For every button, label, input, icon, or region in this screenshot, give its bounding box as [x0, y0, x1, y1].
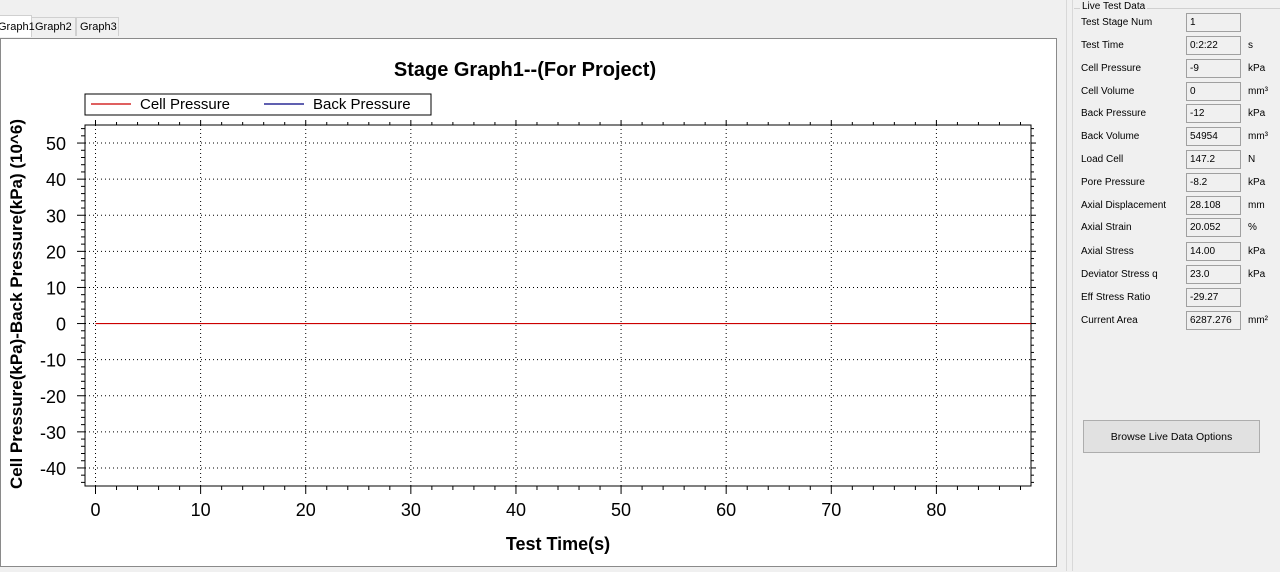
live-field-unit: mm² — [1248, 315, 1268, 326]
live-field-label: Load Cell — [1081, 154, 1124, 165]
live-field-unit: kPa — [1248, 63, 1266, 74]
x-tick-label-5: 50 — [611, 500, 631, 520]
live-row-test-stage-num: Test Stage Num 1 — [1081, 13, 1280, 33]
live-field-label: Cell Volume — [1081, 86, 1135, 97]
live-field-unit: mm³ — [1248, 86, 1268, 97]
live-row-back-pressure: Back Pressure -12 kPa — [1081, 104, 1280, 124]
x-tick-label-6: 60 — [716, 500, 736, 520]
chart-legend: Cell Pressure Back Pressure — [84, 93, 432, 116]
x-tick-label-3: 30 — [401, 500, 421, 520]
x-tick-label-0: 0 — [91, 500, 101, 520]
live-field-value: -29.27 — [1186, 288, 1241, 307]
legend-label-back-pressure: Back Pressure — [313, 96, 411, 113]
x-tick-label-2: 20 — [296, 500, 316, 520]
live-row-pore-pressure: Pore Pressure -8.2 kPa — [1081, 173, 1280, 193]
live-field-value: -8.2 — [1186, 173, 1241, 192]
y-tick-label-3: 20 — [46, 242, 66, 262]
grid-lines — [85, 125, 1031, 486]
live-field-value: 54954 — [1186, 127, 1241, 146]
live-field-value: 6287.276 — [1186, 311, 1241, 330]
live-field-label: Test Time — [1081, 40, 1124, 51]
live-field-value: 0:2:22 — [1186, 36, 1241, 55]
live-field-unit: kPa — [1248, 108, 1266, 119]
live-field-value: -9 — [1186, 59, 1241, 78]
y-tick-label-2: 30 — [46, 206, 66, 226]
live-row-test-time: Test Time 0:2:22 s — [1081, 36, 1280, 56]
live-row-eff-stress-ratio: Eff Stress Ratio -29.27 — [1081, 288, 1280, 308]
live-field-label: Axial Stress — [1081, 246, 1134, 257]
live-row-axial-stress: Axial Stress 14.00 kPa — [1081, 242, 1280, 262]
y-tick-label-7: -20 — [40, 387, 66, 407]
live-field-value: 14.00 — [1186, 242, 1241, 261]
live-field-label: Back Pressure — [1081, 108, 1147, 119]
browse-live-data-options-button[interactable]: Browse Live Data Options — [1083, 420, 1260, 453]
live-field-unit: s — [1248, 40, 1253, 51]
y-tick-label-9: -40 — [40, 459, 66, 479]
x-tick-labels: 0 10 20 30 40 50 60 70 80 — [91, 500, 947, 520]
live-field-value: -12 — [1186, 104, 1241, 123]
live-row-axial-displacement: Axial Displacement 28.108 mm — [1081, 196, 1280, 216]
live-field-unit: kPa — [1248, 177, 1266, 188]
y-tick-label-4: 10 — [46, 278, 66, 298]
x-tick-label-4: 40 — [506, 500, 526, 520]
live-field-value: 28.108 — [1186, 196, 1241, 215]
live-row-current-area: Current Area 6287.276 mm² — [1081, 311, 1280, 331]
live-field-label: Pore Pressure — [1081, 177, 1145, 188]
live-field-unit: % — [1248, 222, 1257, 233]
live-field-value: 20.052 — [1186, 218, 1241, 237]
live-field-value: 1 — [1186, 13, 1241, 32]
live-field-label: Eff Stress Ratio — [1081, 292, 1151, 303]
x-tick-label-1: 10 — [191, 500, 211, 520]
live-field-label: Cell Pressure — [1081, 63, 1142, 74]
tab-graph2[interactable]: Graph2 — [31, 17, 76, 36]
y-tick-label-8: -30 — [40, 423, 66, 443]
live-field-label: Axial Strain — [1081, 222, 1132, 233]
live-field-value: 0 — [1186, 82, 1241, 101]
live-row-deviator-stress-q: Deviator Stress q 23.0 kPa — [1081, 265, 1280, 285]
panel-splitter-edge — [1072, 0, 1073, 571]
live-field-label: Axial Displacement — [1081, 200, 1167, 211]
y-tick-label-1: 40 — [46, 170, 66, 190]
live-field-unit: N — [1248, 154, 1256, 165]
live-field-unit: kPa — [1248, 269, 1266, 280]
live-field-unit: kPa — [1248, 246, 1266, 257]
live-field-unit: mm³ — [1248, 131, 1268, 142]
tab-graph3[interactable]: Graph3 — [76, 17, 119, 36]
live-field-label: Deviator Stress q — [1081, 269, 1158, 280]
y-axis-title: Cell Pressure(kPa)-Back Pressure(kPa) (1… — [7, 119, 26, 489]
live-field-value: 23.0 — [1186, 265, 1241, 284]
y-tick-label-0: 50 — [46, 134, 66, 154]
live-field-label: Test Stage Num — [1081, 17, 1153, 28]
tab-graph1[interactable]: Graph1 — [0, 15, 35, 37]
live-field-label: Back Volume — [1081, 131, 1140, 142]
legend-label-cell-pressure: Cell Pressure — [140, 96, 230, 113]
x-axis-title: Test Time(s) — [506, 534, 610, 554]
axis-ticks — [77, 120, 1036, 494]
stage-graph-chart: Stage Graph1--(For Project) 0 10 20 30 40 50 6… — [7, 59, 1036, 554]
y-tick-label-5: 0 — [56, 315, 66, 335]
x-tick-label-7: 70 — [821, 500, 841, 520]
y-tick-label-6: -10 — [40, 351, 66, 371]
live-field-label: Current Area — [1081, 315, 1138, 326]
graph-panel: Stage Graph1--(For Project) 0 10 20 30 40 50 6… — [0, 38, 1057, 567]
chart-title: Stage Graph1--(For Project) — [394, 59, 656, 81]
live-row-back-volume: Back Volume 54954 mm³ — [1081, 127, 1280, 147]
live-row-cell-pressure: Cell Pressure -9 kPa — [1081, 59, 1280, 79]
x-tick-label-8: 80 — [926, 500, 946, 520]
live-row-axial-strain: Axial Strain 20.052% — [1081, 218, 1280, 238]
panel-splitter[interactable] — [1066, 0, 1067, 571]
y-tick-labels: 50 40 30 20 10 0 -10 -20 -30 -40 — [40, 134, 66, 479]
live-row-cell-volume: Cell Volume 0 mm³ — [1081, 82, 1280, 102]
live-row-load-cell: Load Cell 147.2 N — [1081, 150, 1280, 170]
live-field-unit: mm — [1248, 200, 1265, 211]
live-field-value: 147.2 — [1186, 150, 1241, 169]
live-test-data-legend: Live Test Data — [1080, 0, 1148, 13]
